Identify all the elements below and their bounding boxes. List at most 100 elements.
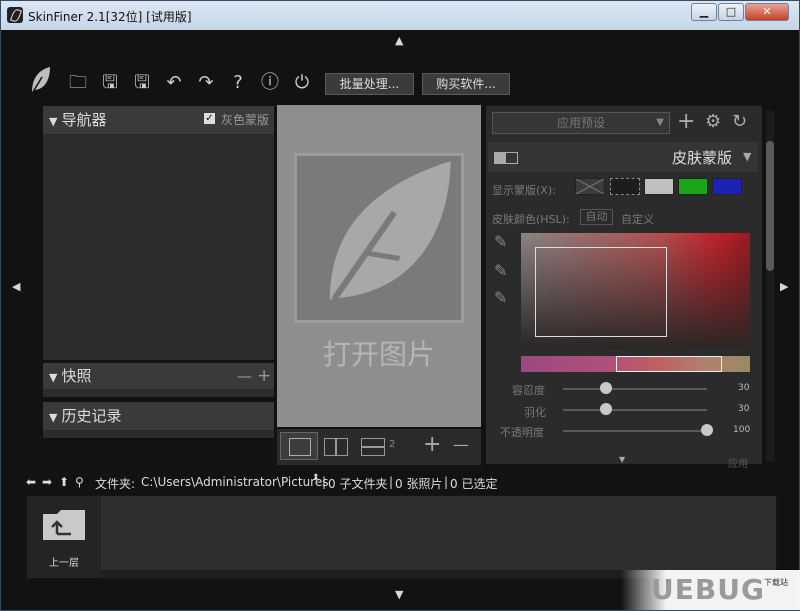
swatch-none[interactable] [575,178,605,195]
watermark: UEBUG 下载站 [621,570,800,610]
snapshot-title: 快照 [61,367,92,385]
skin-color-picker[interactable] [521,233,750,349]
up-folder-label: 上一层 [49,558,79,569]
feather-value: 30 [738,404,750,414]
path-dropdown-icon[interactable]: ⬍ [312,473,320,483]
info-icon[interactable]: ⓘ [258,72,282,94]
remove-snapshot-button[interactable]: — [237,363,252,389]
scrollbar-thumb[interactable] [766,141,774,271]
hue-range-bar[interactable] [521,356,750,372]
skin-mask-header[interactable]: 皮肤蒙版 ▼ [488,142,758,172]
zoom-out-button[interactable]: — [453,435,469,454]
tolerance-slider-knob[interactable] [600,382,613,394]
feather-logo-icon [32,67,50,93]
watermark-text: UEBUG [651,573,765,606]
photo-count: 0 张照片 [395,477,443,491]
app-window: SkinFiner 2.1[32位] [试用版] ▁ □ ✕ ▲ 🗀 🖫 🖫 ↶… [0,0,800,611]
tolerance-value: 30 [738,383,750,393]
right-panel-scrollbar[interactable] [766,111,774,461]
redo-icon[interactable]: ↷ [194,72,218,94]
split-vertical-button[interactable] [324,438,348,456]
collapse-triangle-icon: ▼ [49,115,58,128]
gear-icon[interactable]: ⚙ [705,111,721,132]
separator: | [444,475,449,489]
swatch-blue[interactable] [712,178,742,195]
history-title: 历史记录 [61,407,122,425]
separator: | [389,475,394,489]
path-bar: ⬅ ➡ ⬆ ⚲ 文件夹: C:\Users\Administrator\Pict… [26,473,786,491]
batch-process-button[interactable]: 批量处理... [325,73,414,95]
history-header[interactable]: ▼ 历史记录 [43,402,274,430]
history-panel: ▼ 历史记录 [42,401,275,439]
eyedropper-subtract-icon[interactable]: ✎ [494,288,507,307]
opacity-slider[interactable] [563,430,707,432]
folder-label: 文件夹: [95,477,136,491]
up-arrow-icon[interactable]: ⬆ [59,475,69,489]
open-image-placeholder[interactable] [294,153,464,323]
swatch-green[interactable] [678,178,708,195]
save-as-icon[interactable]: 🖫 [130,72,154,94]
reset-icon[interactable]: ↻ [732,111,747,132]
toggle-icon[interactable] [494,152,518,164]
selected-count: 0 已选定 [450,477,498,491]
scroll-down-arrow-icon[interactable]: ▼ [619,455,625,464]
preset-dropdown[interactable]: 应用预设 ▼ [492,112,670,134]
swatch-black[interactable] [610,178,640,195]
split-horizontal-button[interactable] [361,438,385,456]
up-folder-item[interactable]: 上一层 [27,496,101,578]
collapse-top-arrow-icon[interactable]: ▲ [395,34,403,47]
maximize-button[interactable]: □ [718,3,744,21]
feather-slider[interactable] [563,409,707,411]
file-browser[interactable]: 上一层 [26,495,777,579]
navigator-header[interactable]: ▼ 导航器 ✓ 灰色蒙版 [43,106,274,134]
minimize-button[interactable]: ▁ [691,3,717,21]
folder-up-icon [43,510,85,540]
gray-mask-checkbox[interactable]: ✓ [204,113,215,124]
navigator-panel: ▼ 导航器 ✓ 灰色蒙版 [42,105,275,361]
feather-slider-knob[interactable] [600,403,613,415]
apply-label[interactable]: 应用 [728,455,748,470]
preset-dropdown-label: 应用预设 [556,116,605,130]
save-icon[interactable]: 🖫 [98,72,122,94]
add-snapshot-button[interactable]: + [257,363,271,389]
show-mask-label: 显示蒙版(X): [492,184,556,197]
add-preset-icon[interactable]: + [677,109,695,134]
zoom-in-button[interactable]: + [423,432,441,457]
collapse-right-arrow-icon[interactable]: ▶ [780,280,788,293]
color-selection-box[interactable] [535,247,667,337]
undo-icon[interactable]: ↶ [162,72,186,94]
swatch-gray[interactable] [644,178,674,195]
back-arrow-icon[interactable]: ⬅ [26,475,36,489]
title-bar: SkinFiner 2.1[32位] [试用版] ▁ □ ✕ [1,1,799,30]
eyedropper-add-icon[interactable]: ✎ [494,261,507,280]
chevron-down-icon: ▼ [656,117,664,128]
buy-software-button[interactable]: 购买软件... [422,73,510,95]
close-button[interactable]: ✕ [745,3,789,21]
help-icon[interactable]: ? [226,72,250,94]
forward-arrow-icon[interactable]: ➡ [42,475,52,489]
image-preview-area[interactable]: 打开图片 [277,105,481,427]
eyedropper-icon[interactable]: ✎ [494,232,507,251]
skin-mask-title: 皮肤蒙版 [672,149,733,167]
custom-button[interactable]: 自定义 [621,211,654,227]
collapse-triangle-icon: ▼ [49,371,58,384]
search-icon[interactable]: ⚲ [75,475,84,489]
folder-path[interactable]: C:\Users\Administrator\Pictures [141,475,328,489]
snapshot-header[interactable]: ▼ 快照 — + [43,363,274,389]
subfolder-count: 0 子文件夹 [328,477,388,491]
tolerance-slider[interactable] [563,388,707,390]
collapse-left-arrow-icon[interactable]: ◀ [12,280,20,293]
collapse-bottom-arrow-icon[interactable]: ▼ [395,588,403,601]
navigator-title: 导航器 [61,111,107,129]
plugin-icon[interactable]: ⏻ [290,72,314,94]
app-icon [7,7,23,23]
folder-open-icon[interactable]: 🗀 [66,72,90,94]
single-view-button[interactable] [280,432,318,460]
auto-button[interactable]: 自动 [580,209,613,225]
watermark-sub: 下载站 [764,578,788,587]
right-panel: 应用预设 ▼ + ⚙ ↻ 皮肤蒙版 ▼ 显示蒙版(X): 皮肤颜色(HSL): … [485,105,763,470]
hue-range-handle[interactable] [616,356,722,372]
collapse-triangle-icon[interactable]: ▼ [743,150,751,163]
separator: | [322,475,327,489]
opacity-slider-knob[interactable] [701,424,713,436]
